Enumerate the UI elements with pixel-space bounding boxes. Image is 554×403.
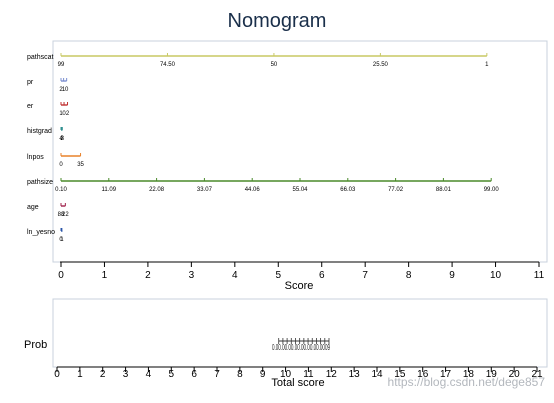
total-axis-tick-label: 3 — [123, 369, 129, 380]
score-axis-tick-label: 3 — [189, 270, 195, 281]
variable-name: ln_yesno — [27, 229, 55, 236]
variable-tick-label: 22 — [62, 212, 69, 218]
variable-name: histgrad — [27, 128, 52, 135]
score-axis-tick-label: 5 — [275, 270, 281, 281]
total-axis-tick-label: 13 — [349, 369, 361, 380]
score-axis-tick-label: 9 — [449, 270, 455, 281]
score-axis-tick-label: 4 — [232, 270, 238, 281]
total-axis-tick-label: 14 — [371, 369, 383, 380]
total-axis-tick-label: 2 — [100, 369, 106, 380]
total-axis-tick-label: 12 — [326, 369, 338, 380]
total-axis-tick-label: 1 — [77, 369, 83, 380]
total-axis-tick-label: 6 — [191, 369, 197, 380]
variable-tick-label: 77.02 — [388, 187, 404, 193]
total-axis-tick-label: 8 — [237, 369, 243, 380]
total-axis-tick-label: 4 — [146, 369, 152, 380]
chart-title: Nomogram — [228, 10, 327, 32]
score-axis-label: Score — [285, 280, 314, 292]
watermark-text: https://blog.csdn.net/dege857 — [388, 375, 546, 389]
score-axis-tick-label: 6 — [319, 270, 325, 281]
variable-tick-label: 25.50 — [373, 62, 389, 68]
score-axis-tick-label: 8 — [406, 270, 412, 281]
variable-tick-label: 35 — [77, 162, 84, 168]
score-axis-tick-label: 1 — [102, 270, 108, 281]
variable-tick-label: 44.06 — [245, 187, 261, 193]
variable-name: pathscat — [27, 54, 54, 61]
score-axis-tick-label: 11 — [534, 270, 545, 281]
total-axis-tick-label: 10 — [280, 369, 292, 380]
variable-tick-label: 74.50 — [160, 62, 176, 68]
variable-name: er — [27, 103, 34, 110]
variable-name: pathsize — [27, 179, 53, 186]
variable-tick-label: 33.07 — [197, 187, 213, 193]
prob-scale-labels: 0.00.00.00.00.00.00.00.0009 — [272, 343, 330, 352]
variable-tick-label: 50 — [271, 62, 278, 68]
variable-name: age — [27, 204, 39, 211]
total-axis-tick-label: 9 — [260, 369, 266, 380]
variable-tick-label: 0.10 — [55, 187, 67, 193]
score-axis-tick-label: 2 — [145, 270, 151, 281]
variable-tick-label: 99 — [58, 62, 65, 68]
total-axis-tick-label: 5 — [169, 369, 175, 380]
total-axis-tick-label: 0 — [54, 369, 60, 380]
total-axis-tick-label: 7 — [214, 369, 220, 380]
score-axis-tick-label: 7 — [362, 270, 368, 281]
variable-tick-label: 66.03 — [340, 187, 356, 193]
variable-tick-label: 99.00 — [484, 187, 500, 193]
variable-name: pr — [27, 79, 34, 86]
score-axis-tick-label: 10 — [490, 270, 502, 281]
variable-name: lnpos — [27, 154, 44, 161]
total-axis-tick-label: 11 — [303, 369, 314, 380]
variable-tick-label: 11.09 — [102, 187, 117, 193]
prob-row-label: Prob — [24, 339, 47, 351]
variable-tick-label: 88.01 — [436, 187, 452, 193]
nomogram-figure: Nomogram pathscat99 74.50 50 25.50 1pr2 1 0er1… — [0, 0, 554, 403]
variable-tick-label: 22.08 — [149, 187, 165, 193]
variable-tick-label: 55.04 — [292, 187, 308, 193]
score-axis-tick-label: 0 — [58, 270, 64, 281]
